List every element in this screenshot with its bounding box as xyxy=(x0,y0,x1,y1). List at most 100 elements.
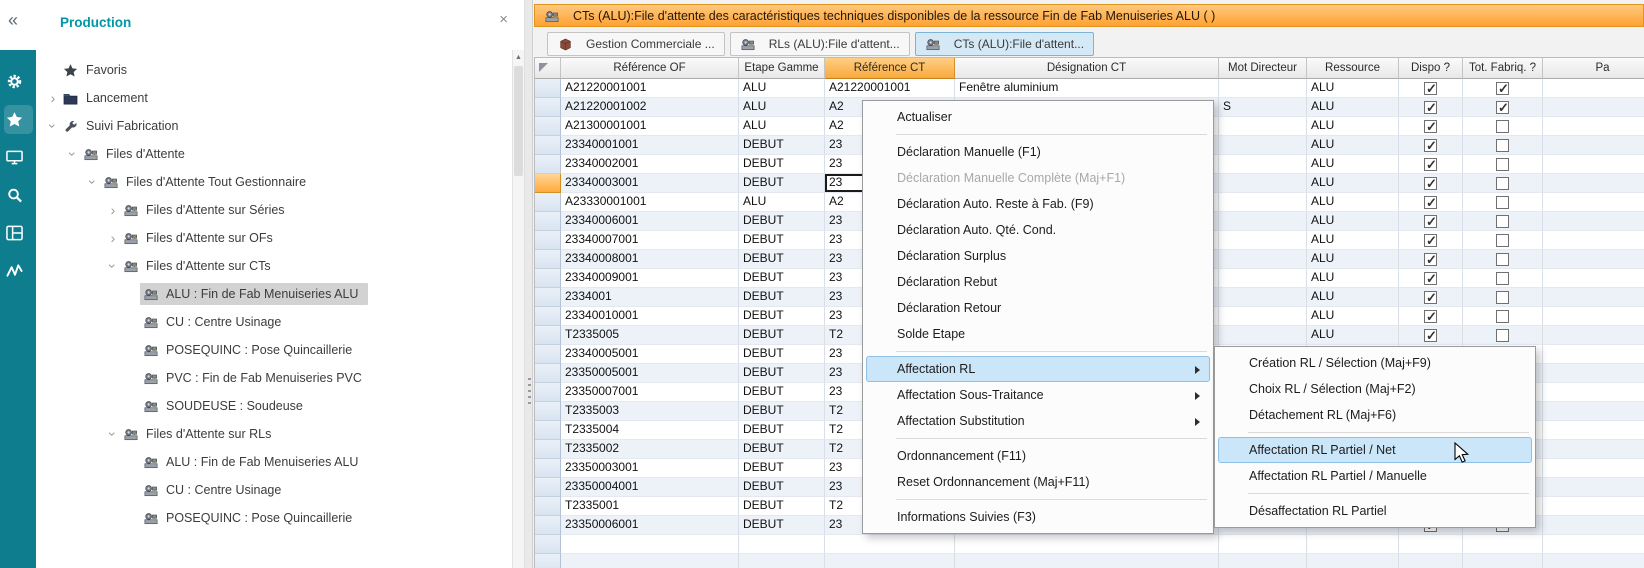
cell-reference-of[interactable]: A21220001002 xyxy=(561,98,739,117)
cell-dispo-checkbox[interactable] xyxy=(1399,326,1463,345)
row-selector[interactable] xyxy=(535,269,561,288)
context-menu-item[interactable]: Déclaration Auto. Qté. Cond. xyxy=(866,217,1210,243)
row-selector[interactable] xyxy=(535,345,561,364)
checkbox-unchecked[interactable] xyxy=(1496,196,1509,209)
context-menu-item[interactable]: Déclaration Rebut xyxy=(866,269,1210,295)
cell-pa[interactable] xyxy=(1543,98,1644,117)
cell-etape-gamme[interactable]: DEBUT xyxy=(739,212,825,231)
checkbox-checked[interactable] xyxy=(1424,101,1437,114)
cell-pa[interactable] xyxy=(1543,326,1644,345)
checkbox-checked[interactable] xyxy=(1424,329,1437,342)
cell-reference-of[interactable]: T2335003 xyxy=(561,402,739,421)
tree-item[interactable]: Favoris xyxy=(36,56,512,84)
scroll-up-icon[interactable]: ▲ xyxy=(513,50,524,64)
cell-reference-of[interactable]: 23340001001 xyxy=(561,136,739,155)
column-header[interactable]: Mot Directeur xyxy=(1219,58,1307,79)
checkbox-checked[interactable] xyxy=(1424,215,1437,228)
row-selector[interactable] xyxy=(535,231,561,250)
cell-mot-directeur[interactable] xyxy=(1219,326,1307,345)
checkbox-unchecked[interactable] xyxy=(1496,158,1509,171)
cell-mot-directeur[interactable] xyxy=(1219,212,1307,231)
cell-dispo-checkbox[interactable] xyxy=(1399,136,1463,155)
cell-ressource[interactable]: ALU xyxy=(1307,98,1399,117)
column-header[interactable]: Référence CT xyxy=(825,58,955,79)
cell-dispo-checkbox[interactable] xyxy=(1399,155,1463,174)
cell-reference-of[interactable]: 23350003001 xyxy=(561,459,739,478)
cell-dispo-checkbox[interactable] xyxy=(1399,250,1463,269)
cell-dispo-checkbox[interactable] xyxy=(1399,288,1463,307)
cell-reference-of[interactable]: 23340010001 xyxy=(561,307,739,326)
cell-ressource[interactable]: ALU xyxy=(1307,193,1399,212)
cell-reference-of[interactable]: T2335002 xyxy=(561,440,739,459)
cell-etape-gamme[interactable]: ALU xyxy=(739,98,825,117)
cell-tot-fabriq-checkbox[interactable] xyxy=(1463,136,1543,155)
row-selector[interactable] xyxy=(535,326,561,345)
row-selector[interactable] xyxy=(535,307,561,326)
cell-etape-gamme[interactable]: DEBUT xyxy=(739,402,825,421)
row-selector[interactable] xyxy=(535,98,561,117)
cell-mot-directeur[interactable] xyxy=(1219,288,1307,307)
cell-reference-of[interactable]: 23340005001 xyxy=(561,345,739,364)
expander-collapsed-icon[interactable]: › xyxy=(46,90,60,106)
cell-pa[interactable] xyxy=(1543,269,1644,288)
checkbox-unchecked[interactable] xyxy=(1496,177,1509,190)
cell-ressource[interactable]: ALU xyxy=(1307,136,1399,155)
cell-pa[interactable] xyxy=(1543,250,1644,269)
expander-collapsed-icon[interactable]: › xyxy=(106,230,120,246)
cell-reference-of[interactable]: 23340003001 xyxy=(561,174,739,193)
context-menu-item[interactable]: Affectation RL xyxy=(866,356,1210,382)
cell-etape-gamme[interactable]: ALU xyxy=(739,117,825,136)
cell-pa[interactable] xyxy=(1543,364,1644,383)
cell-tot-fabriq-checkbox[interactable] xyxy=(1463,288,1543,307)
cell-mot-directeur[interactable] xyxy=(1219,136,1307,155)
expander-expanded-icon[interactable]: › xyxy=(45,119,61,133)
row-selector[interactable] xyxy=(535,497,561,516)
cell-ressource[interactable]: ALU xyxy=(1307,79,1399,98)
checkbox-checked[interactable] xyxy=(1496,82,1509,95)
cell-pa[interactable] xyxy=(1543,383,1644,402)
submenu-item[interactable]: Détachement RL (Maj+F6) xyxy=(1218,402,1532,428)
cell-reference-of[interactable]: A23330001001 xyxy=(561,193,739,212)
cell-ressource[interactable]: ALU xyxy=(1307,212,1399,231)
cell-pa[interactable] xyxy=(1543,421,1644,440)
tree-item-selected[interactable]: ALU : Fin de Fab Menuiseries ALU xyxy=(36,280,512,308)
cell-dispo-checkbox[interactable] xyxy=(1399,79,1463,98)
cell-pa[interactable] xyxy=(1543,288,1644,307)
context-menu-item[interactable]: Informations Suivies (F3) xyxy=(866,504,1210,530)
tree-item[interactable]: CU : Centre Usinage xyxy=(36,476,512,504)
cell-tot-fabriq-checkbox[interactable] xyxy=(1463,174,1543,193)
cell-dispo-checkbox[interactable] xyxy=(1399,212,1463,231)
row-selector[interactable] xyxy=(535,212,561,231)
cell-etape-gamme[interactable]: DEBUT xyxy=(739,364,825,383)
row-selector[interactable] xyxy=(535,364,561,383)
cell-tot-fabriq-checkbox[interactable] xyxy=(1463,155,1543,174)
cell-dispo-checkbox[interactable] xyxy=(1399,193,1463,212)
cell-etape-gamme[interactable]: DEBUT xyxy=(739,174,825,193)
cell-pa[interactable] xyxy=(1543,117,1644,136)
checkbox-checked[interactable] xyxy=(1424,234,1437,247)
checkbox-checked[interactable] xyxy=(1424,253,1437,266)
cell-reference-of[interactable]: 23340006001 xyxy=(561,212,739,231)
context-menu-item[interactable]: Déclaration Retour xyxy=(866,295,1210,321)
tree-item[interactable]: ›Files d'Attente xyxy=(36,140,512,168)
checkbox-unchecked[interactable] xyxy=(1496,215,1509,228)
cell-tot-fabriq-checkbox[interactable] xyxy=(1463,250,1543,269)
cell-pa[interactable] xyxy=(1543,136,1644,155)
checkbox-unchecked[interactable] xyxy=(1496,272,1509,285)
rail-item-search[interactable] xyxy=(0,176,36,214)
cell-pa[interactable] xyxy=(1543,155,1644,174)
cell-mot-directeur[interactable]: S xyxy=(1219,98,1307,117)
cell-reference-of[interactable]: T2335001 xyxy=(561,497,739,516)
checkbox-unchecked[interactable] xyxy=(1496,253,1509,266)
submenu-item[interactable]: Désaffectation RL Partiel xyxy=(1218,498,1532,524)
cell-mot-directeur[interactable] xyxy=(1219,231,1307,250)
tree-item[interactable]: ›Files d'Attente sur RLs xyxy=(36,420,512,448)
cell-dispo-checkbox[interactable] xyxy=(1399,269,1463,288)
checkbox-checked[interactable] xyxy=(1424,272,1437,285)
cell-ressource[interactable]: ALU xyxy=(1307,250,1399,269)
cell-pa[interactable] xyxy=(1543,402,1644,421)
cell-ressource[interactable]: ALU xyxy=(1307,174,1399,193)
column-header[interactable]: Désignation CT xyxy=(955,58,1219,79)
cell-pa[interactable] xyxy=(1543,516,1644,535)
context-menu-item[interactable]: Solde Etape xyxy=(866,321,1210,347)
